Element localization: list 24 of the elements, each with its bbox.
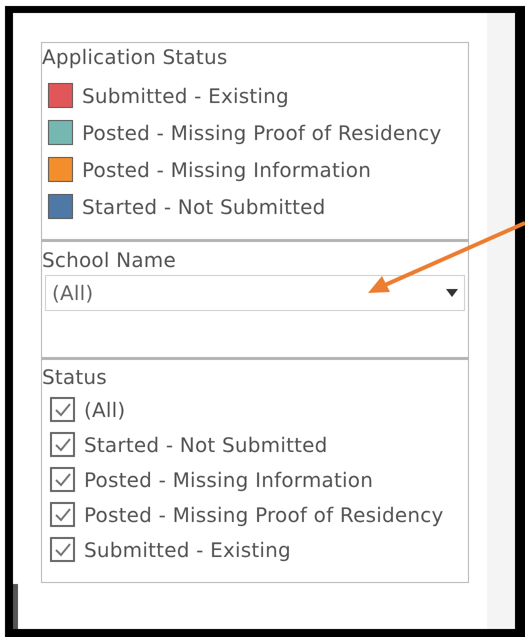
checkmark-icon bbox=[54, 472, 70, 486]
legend-title: Application Status bbox=[42, 45, 228, 69]
checkmark-icon bbox=[54, 402, 70, 416]
checkbox[interactable] bbox=[50, 397, 75, 422]
legend-label: Posted - Missing Proof of Residency bbox=[82, 120, 442, 144]
legend-label: Submitted - Existing bbox=[82, 84, 289, 108]
checkbox[interactable] bbox=[50, 537, 75, 562]
checkbox-label[interactable]: Started - Not Submitted bbox=[84, 432, 328, 456]
legend-label: Started - Not Submitted bbox=[82, 194, 326, 218]
filter-title: School Name bbox=[42, 248, 177, 272]
filter-title: Status bbox=[42, 365, 108, 389]
school-dropdown[interactable]: (All) bbox=[45, 275, 465, 311]
legend-label: Posted - Missing Information bbox=[82, 158, 372, 182]
checkbox[interactable] bbox=[50, 467, 75, 492]
checkmark-icon bbox=[54, 438, 70, 452]
checkbox-label[interactable]: Submitted - Existing bbox=[84, 538, 291, 562]
checkmark-icon bbox=[54, 508, 70, 522]
checkbox[interactable] bbox=[50, 502, 75, 527]
checkbox-label[interactable]: Posted - Missing Proof of Residency bbox=[84, 502, 444, 526]
dropdown-caret-icon bbox=[446, 289, 458, 297]
checkbox-label[interactable]: Posted - Missing Information bbox=[84, 468, 374, 492]
checkmark-icon bbox=[54, 542, 70, 556]
checkbox[interactable] bbox=[50, 432, 75, 457]
checkbox-label[interactable]: (All) bbox=[84, 398, 126, 422]
